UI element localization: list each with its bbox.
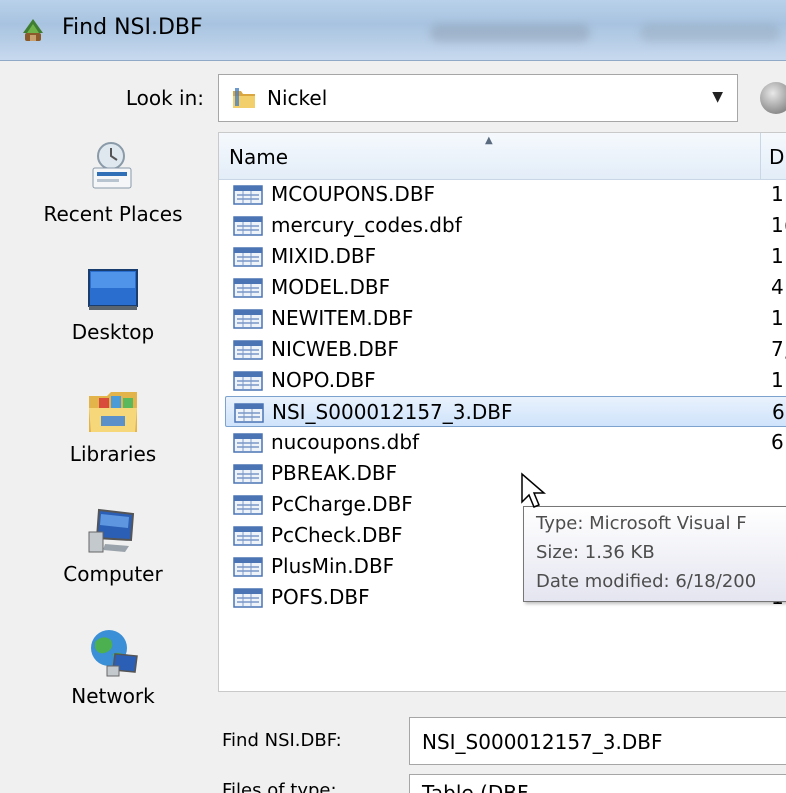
file-date: 1 [771,244,784,268]
file-row[interactable]: NSI_S000012157_3.DBF 6 [225,396,786,427]
back-button[interactable] [760,82,786,114]
sort-ascending-icon: ▲ [485,135,493,146]
file-date: 6 [771,430,784,454]
file-date: 1( [771,213,786,237]
file-name: nucoupons.dbf [271,430,420,454]
places-bar: Recent Places Desktop Libraries Computer [20,130,206,740]
place-recent-places[interactable]: Recent Places [20,140,206,226]
place-desktop[interactable]: Desktop [20,266,206,344]
file-name-label: Find NSI.DBF: [222,730,342,751]
dbf-file-icon [233,588,263,608]
tooltip-size: Size: 1.36 KB [536,542,655,563]
dbf-file-icon [233,495,263,515]
place-label: Libraries [69,442,157,466]
dbf-file-icon [233,557,263,577]
file-date: 7, [771,337,786,361]
tooltip-type: Type: Microsoft Visual F [536,513,747,534]
dbf-file-icon [233,371,263,391]
file-type-label: Files of type: [222,780,337,793]
file-name: PcCharge.DBF [271,492,413,516]
file-name: MIXID.DBF [271,244,377,268]
network-icon [91,630,138,677]
file-row[interactable]: MIXID.DBF 1 [219,241,786,272]
file-date: 1 [771,368,784,392]
column-header: Name ▲ D [219,133,786,180]
desktop-icon [88,269,138,310]
column-header-name[interactable]: Name [229,145,288,169]
window-title: Find NSI.DBF [62,15,203,40]
dbf-file-icon [233,526,263,546]
column-divider[interactable] [760,133,761,179]
libraries-icon [89,392,137,432]
file-list[interactable]: Name ▲ D MCOUPONS.DBF 1 mercury_codes.dbf 1… [218,132,786,692]
file-row[interactable]: NOPO.DBF 1 [219,365,786,396]
place-label: Network [71,684,155,708]
file-row[interactable]: mercury_codes.dbf 1( [219,210,786,241]
dbf-file-icon [233,278,263,298]
place-label: Desktop [71,320,155,344]
file-name: POFS.DBF [271,585,370,609]
recent-places-icon [92,142,132,189]
file-row[interactable]: PBREAK.DBF [219,458,786,489]
file-type-dropdown[interactable]: Table (DBF [409,774,786,793]
file-row[interactable]: NICWEB.DBF 7, [219,334,786,365]
file-tooltip: Type: Microsoft Visual F Size: 1.36 KB D… [523,506,786,602]
file-row[interactable]: nucoupons.dbf 6 [219,427,786,458]
file-name: NEWITEM.DBF [271,306,414,330]
file-row[interactable]: MODEL.DBF 4 [219,272,786,303]
mouse-cursor-icon [521,472,547,508]
file-name: MODEL.DBF [271,275,391,299]
dbf-file-icon [234,403,264,423]
computer-icon [88,508,135,553]
file-date: 6 [772,400,785,424]
place-label: Recent Places [43,202,183,226]
folder-icon [233,88,255,108]
look-in-value: Nickel [267,86,328,110]
dbf-file-icon [233,433,263,453]
file-name: NSI_S000012157_3.DBF [272,400,513,424]
file-date: 4 [771,275,784,299]
dbf-file-icon [233,464,263,484]
file-name: PBREAK.DBF [271,461,398,485]
file-name-input[interactable]: NSI_S000012157_3.DBF [409,717,786,765]
column-header-date[interactable]: D [769,145,784,169]
file-row[interactable]: NEWITEM.DBF 1 [219,303,786,334]
place-computer[interactable]: Computer [20,506,206,586]
place-network[interactable]: Network [20,626,206,708]
look-in-dropdown[interactable]: Nickel ▼ [218,74,738,122]
file-name: NOPO.DBF [271,368,376,392]
file-name: MCOUPONS.DBF [271,182,436,206]
tooltip-date-modified: Date modified: 6/18/200 [536,571,757,592]
dbf-file-icon [233,247,263,267]
file-name: PlusMin.DBF [271,554,395,578]
title-bar[interactable]: Find NSI.DBF [0,0,786,61]
place-libraries[interactable]: Libraries [20,386,206,466]
title-bar-blur [430,24,590,42]
dbf-file-icon [233,216,263,236]
find-dialog-icon [23,19,43,41]
title-bar-blur [640,24,780,42]
dbf-file-icon [233,309,263,329]
dbf-file-icon [233,340,263,360]
file-name: mercury_codes.dbf [271,213,462,237]
look-in-label: Look in: [125,86,204,110]
dbf-file-icon [233,185,263,205]
file-name: PcCheck.DBF [271,523,403,547]
file-date: 1 [771,182,784,206]
file-row[interactable]: MCOUPONS.DBF 1 [219,179,786,210]
file-date: 1 [771,306,784,330]
chevron-down-icon[interactable]: ▼ [712,89,723,105]
place-label: Computer [63,562,163,586]
file-name: NICWEB.DBF [271,337,399,361]
